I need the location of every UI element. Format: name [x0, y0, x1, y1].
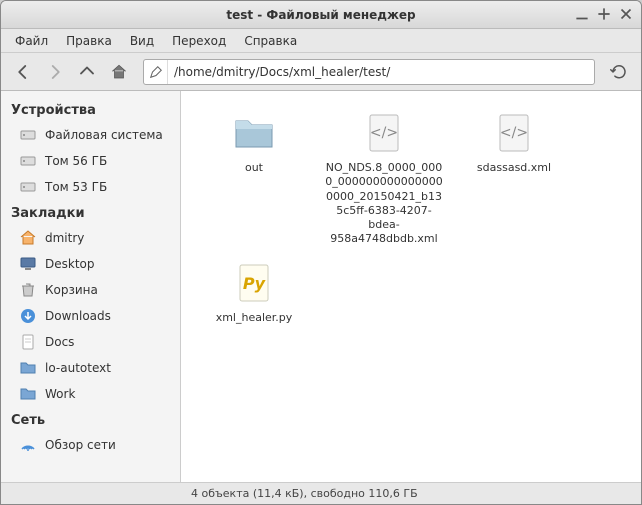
sidebar-item-home[interactable]: dmitry — [1, 225, 180, 251]
path-edit-toggle[interactable] — [144, 60, 168, 84]
sidebar-item-volume-53[interactable]: Том 53 ГБ — [1, 174, 180, 200]
minimize-button[interactable] — [573, 5, 591, 23]
folder-icon — [19, 385, 37, 403]
statusbar: 4 объекта (11,4 кБ), свободно 110,6 ГБ — [1, 482, 641, 504]
maximize-button[interactable] — [595, 5, 613, 23]
desktop-icon — [19, 255, 37, 273]
sidebar-header-network: Сеть — [1, 407, 180, 432]
menu-view[interactable]: Вид — [122, 31, 162, 51]
icon-grid: out </> NO_NDS.8_0000_0000_0000000000000… — [189, 103, 633, 331]
svg-text:</>: </> — [500, 125, 528, 141]
drive-icon — [19, 152, 37, 170]
sidebar: Устройства Файловая система Том 56 ГБ То… — [1, 91, 181, 482]
menu-edit[interactable]: Правка — [58, 31, 120, 51]
file-label: out — [245, 161, 263, 175]
xml-file-icon: </> — [490, 109, 538, 157]
sidebar-item-label: Work — [45, 387, 75, 401]
download-icon — [19, 307, 37, 325]
sidebar-item-label: Том 56 ГБ — [45, 154, 107, 168]
svg-text:Py: Py — [243, 274, 266, 293]
sidebar-header-bookmarks: Закладки — [1, 200, 180, 225]
sidebar-item-label: Обзор сети — [45, 438, 116, 452]
menu-go[interactable]: Переход — [164, 31, 234, 51]
trash-icon — [19, 281, 37, 299]
sidebar-item-filesystem[interactable]: Файловая система — [1, 122, 180, 148]
file-item-folder[interactable]: out — [189, 103, 319, 253]
folder-icon — [230, 109, 278, 157]
xml-file-icon: </> — [360, 109, 408, 157]
file-label: NO_NDS.8_0000_0000_0000000000000000000_2… — [324, 161, 444, 247]
sidebar-item-label: Desktop — [45, 257, 95, 271]
folder-icon — [19, 359, 37, 377]
folder-doc-icon — [19, 333, 37, 351]
window-controls — [573, 5, 635, 23]
sidebar-item-downloads[interactable]: Downloads — [1, 303, 180, 329]
sidebar-item-label: Том 53 ГБ — [45, 180, 107, 194]
sidebar-item-docs[interactable]: Docs — [1, 329, 180, 355]
sidebar-item-desktop[interactable]: Desktop — [1, 251, 180, 277]
forward-button[interactable] — [41, 58, 69, 86]
file-item-xml[interactable]: </> sdassasd.xml — [449, 103, 579, 253]
pathbar — [143, 59, 595, 85]
home-button[interactable] — [105, 58, 133, 86]
sidebar-item-trash[interactable]: Корзина — [1, 277, 180, 303]
back-button[interactable] — [9, 58, 37, 86]
sidebar-item-lo-autotext[interactable]: lo-autotext — [1, 355, 180, 381]
drive-icon — [19, 178, 37, 196]
up-button[interactable] — [73, 58, 101, 86]
content-area[interactable]: out </> NO_NDS.8_0000_0000_0000000000000… — [181, 91, 641, 482]
sidebar-item-volume-56[interactable]: Том 56 ГБ — [1, 148, 180, 174]
file-label: xml_healer.py — [216, 311, 293, 325]
status-text: 4 объекта (11,4 кБ), свободно 110,6 ГБ — [191, 487, 418, 500]
sidebar-header-devices: Устройства — [1, 97, 180, 122]
sidebar-item-label: Корзина — [45, 283, 98, 297]
refresh-button[interactable] — [605, 58, 633, 86]
titlebar[interactable]: test - Файловый менеджер — [1, 1, 641, 29]
body: Устройства Файловая система Том 56 ГБ То… — [1, 91, 641, 482]
sidebar-item-label: Файловая система — [45, 128, 163, 142]
path-input[interactable] — [168, 65, 594, 79]
sidebar-item-work[interactable]: Work — [1, 381, 180, 407]
svg-text:</>: </> — [370, 125, 398, 141]
sidebar-item-label: dmitry — [45, 231, 84, 245]
python-file-icon: Py — [230, 259, 278, 307]
menubar: Файл Правка Вид Переход Справка — [1, 29, 641, 53]
file-label: sdassasd.xml — [477, 161, 551, 175]
sidebar-item-label: Downloads — [45, 309, 111, 323]
file-manager-window: test - Файловый менеджер Файл Правка Вид… — [0, 0, 642, 505]
sidebar-item-label: lo-autotext — [45, 361, 111, 375]
close-button[interactable] — [617, 5, 635, 23]
menu-help[interactable]: Справка — [236, 31, 305, 51]
drive-icon — [19, 126, 37, 144]
toolbar — [1, 53, 641, 91]
file-item-python[interactable]: Py xml_healer.py — [189, 253, 319, 331]
sidebar-item-label: Docs — [45, 335, 74, 349]
window-title: test - Файловый менеджер — [226, 8, 415, 22]
home-icon — [19, 229, 37, 247]
sidebar-item-network[interactable]: Обзор сети — [1, 432, 180, 458]
network-icon — [19, 436, 37, 454]
menu-file[interactable]: Файл — [7, 31, 56, 51]
file-item-xml[interactable]: </> NO_NDS.8_0000_0000_00000000000000000… — [319, 103, 449, 253]
